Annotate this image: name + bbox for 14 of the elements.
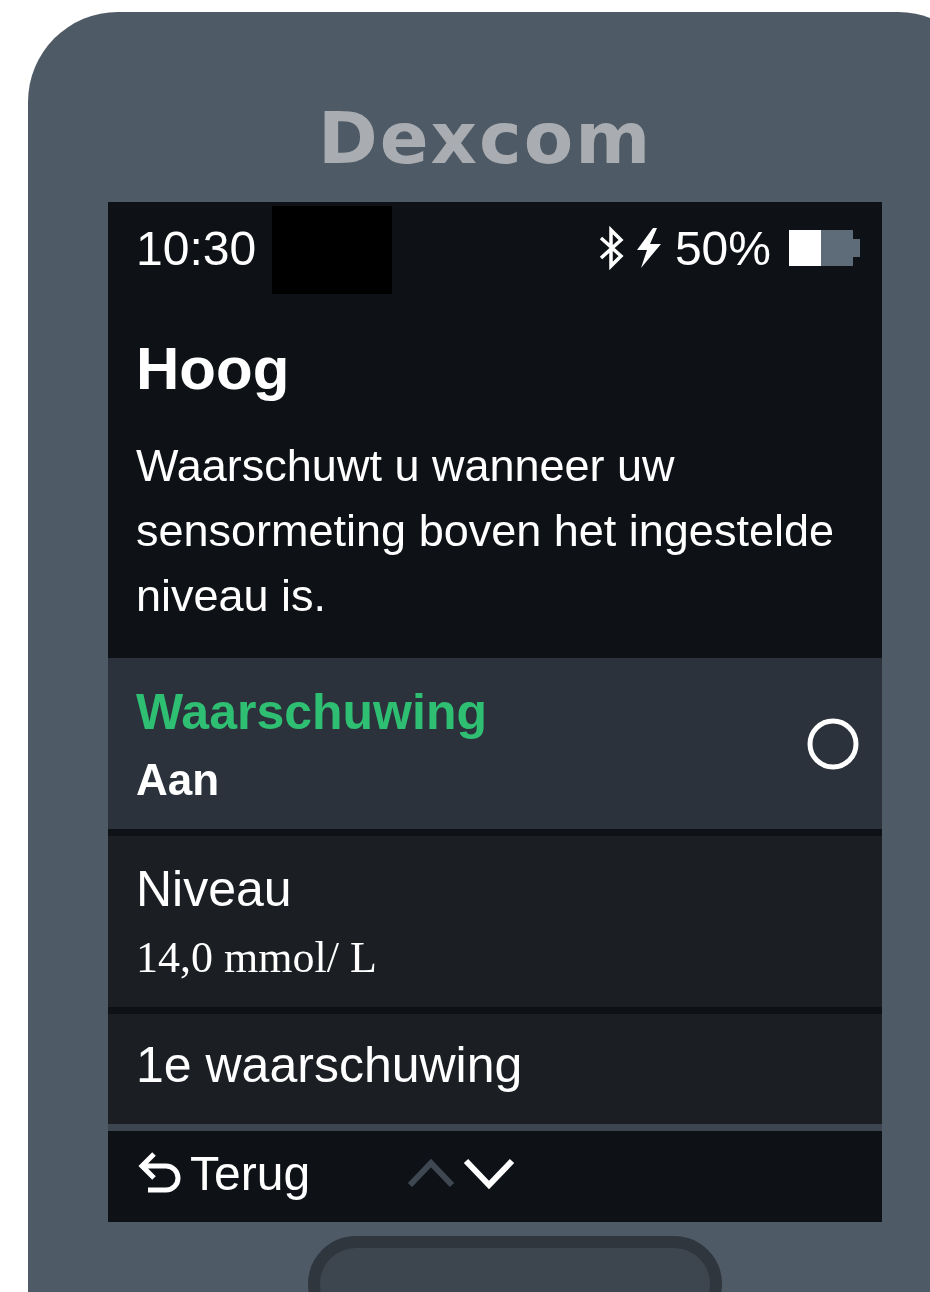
setting-value: 14,0 mmol/ L: [136, 932, 378, 983]
logo: Dexcom: [318, 102, 653, 174]
setting-label: 1e waarschuwing: [136, 1036, 524, 1094]
setting-label: Waarschuwing: [136, 682, 488, 741]
description-text: Waarschuwt u wanneer uw sensormeting boven het ingestelde niveau is.: [136, 439, 835, 623]
setting-value: Aan: [136, 754, 221, 805]
battery-icon: [789, 230, 860, 266]
battery-percentage: 50%: [674, 220, 771, 276]
clock-time: 10:30: [136, 220, 257, 276]
circle-icon: [806, 716, 860, 771]
back-button[interactable]: Terug: [136, 1138, 311, 1208]
setting-row[interactable]: 1e waarschuwing: [108, 1014, 882, 1124]
screen-title: Hoog: [136, 334, 291, 403]
setting-label: Niveau: [136, 860, 293, 918]
